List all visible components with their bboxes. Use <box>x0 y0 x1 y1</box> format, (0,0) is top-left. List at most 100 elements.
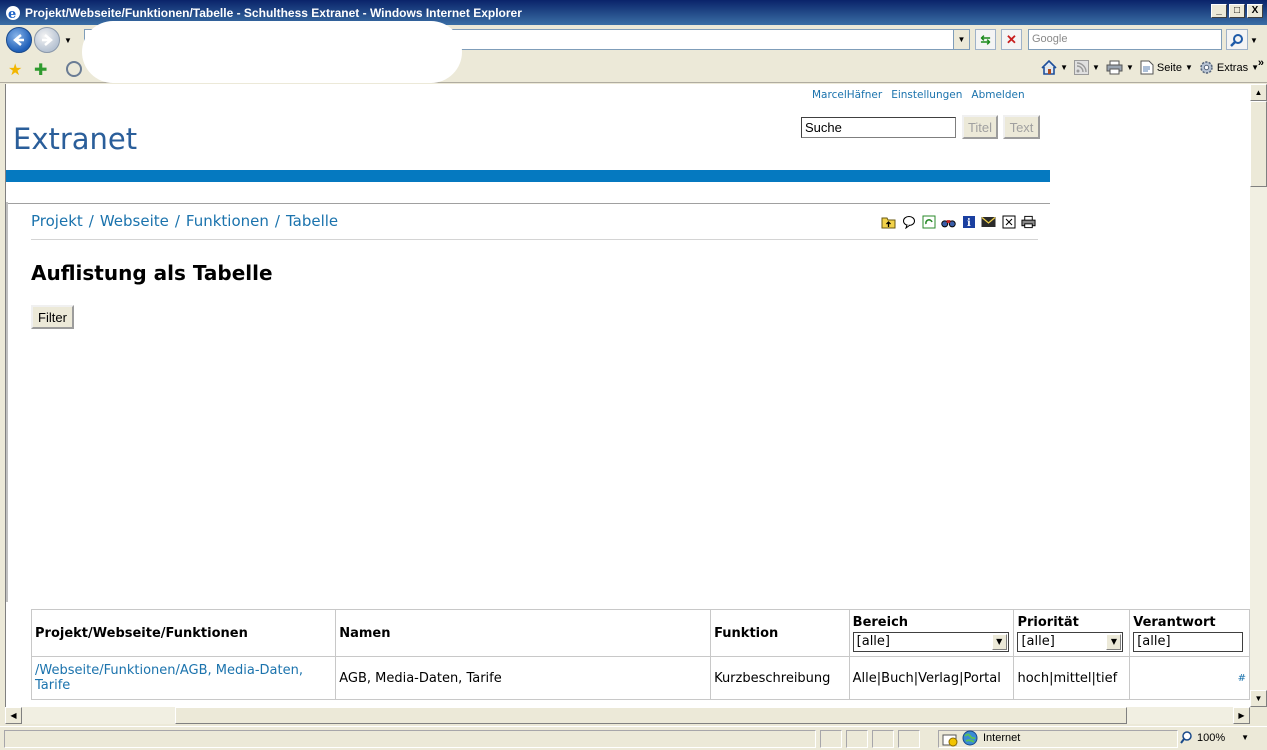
feeds-button[interactable]: ▼ <box>1074 60 1100 75</box>
zoom-dropdown-icon[interactable]: ▼ <box>1241 733 1249 742</box>
zoom-control[interactable]: 100% ▼ <box>1180 731 1249 744</box>
prioritaet-cell: hoch|mittel|tief <box>1013 656 1131 700</box>
search-text-button[interactable]: Text <box>1003 115 1040 139</box>
home-button[interactable]: ▼ <box>1041 60 1068 75</box>
verantwortlich-cell: # <box>1129 656 1250 700</box>
home-dropdown-icon[interactable]: ▼ <box>1060 63 1068 72</box>
site-search-input[interactable] <box>801 117 956 138</box>
path-link[interactable]: /Webseite/Funktionen/AGB, Media-Daten, T… <box>35 663 303 693</box>
chevron-down-icon: ▼ <box>1106 633 1122 650</box>
search-title-button[interactable]: Titel <box>962 115 998 139</box>
site-logo-text: Extranet <box>13 122 138 156</box>
filter-button[interactable]: Filter <box>31 305 74 329</box>
browser-search-button[interactable] <box>1226 29 1248 50</box>
select-value: [alle] <box>856 633 890 649</box>
scroll-right-icon[interactable]: ▶ <box>1233 707 1250 724</box>
address-dropdown-icon[interactable]: ▼ <box>953 30 969 49</box>
mail-icon[interactable] <box>981 214 996 229</box>
folder-up-icon[interactable] <box>881 214 896 229</box>
breadcrumb-funktionen[interactable]: Funktionen <box>186 212 269 230</box>
chevron-down-icon: ▼ <box>991 633 1007 650</box>
breadcrumb: Projekt / Webseite / Funktionen / Tabell… <box>31 212 338 230</box>
page-menu-label: Seite <box>1156 61 1182 74</box>
export-icon[interactable] <box>1001 214 1016 229</box>
maximize-button[interactable]: □ <box>1229 4 1245 18</box>
binoculars-icon[interactable] <box>941 214 956 229</box>
zone-label: Internet <box>983 732 1021 744</box>
breadcrumb-webseite[interactable]: Webseite <box>100 212 169 230</box>
refresh-button[interactable]: ⇆ <box>975 29 996 50</box>
page-viewport: MarcelHäfner Einstellungen Abmelden Extr… <box>5 84 1250 707</box>
more-commands-chevron-icon[interactable]: » <box>1258 57 1264 69</box>
vertical-scrollbar[interactable]: ▲ ▼ <box>1250 84 1267 707</box>
search-provider-dropdown-icon[interactable]: ▼ <box>1250 36 1258 45</box>
scrollbar-corner <box>1250 707 1267 724</box>
magnifier-icon <box>1230 33 1243 47</box>
breadcrumb-tabelle[interactable]: Tabelle <box>286 212 338 230</box>
refresh-page-icon[interactable] <box>921 214 936 229</box>
favorites-star-icon[interactable]: ★ <box>8 60 22 80</box>
svg-text:i: i <box>967 218 971 229</box>
status-segment <box>820 730 842 748</box>
add-favorite-icon[interactable]: ✚ <box>34 60 47 80</box>
tab-page-icon[interactable] <box>66 61 82 77</box>
printer-icon[interactable] <box>1021 214 1036 229</box>
select-value: [alle] <box>1137 633 1171 649</box>
minimize-button[interactable]: _ <box>1211 4 1227 18</box>
vertical-scroll-thumb[interactable] <box>1250 101 1267 187</box>
feeds-dropdown-icon[interactable]: ▼ <box>1092 63 1100 72</box>
home-icon <box>1041 60 1057 75</box>
verantwortlich-link[interactable]: # <box>1238 673 1246 684</box>
scroll-down-icon[interactable]: ▼ <box>1250 690 1267 707</box>
print-dropdown-icon[interactable]: ▼ <box>1126 63 1134 72</box>
column-header-verantwortlich: Verantwort [alle] <box>1129 609 1250 657</box>
tools-menu-button[interactable]: Extras ▼ <box>1199 60 1259 75</box>
namen-cell: AGB, Media-Daten, Tarife <box>335 656 712 700</box>
column-header: Projekt/Webseite/Funktionen <box>30 609 337 657</box>
forward-button[interactable] <box>34 27 60 53</box>
print-button[interactable]: ▼ <box>1106 60 1134 75</box>
settings-link[interactable]: Einstellungen <box>891 89 962 101</box>
comment-icon[interactable] <box>901 214 916 229</box>
scroll-up-icon[interactable]: ▲ <box>1250 84 1267 101</box>
history-dropdown-icon[interactable]: ▼ <box>64 36 72 45</box>
horizontal-scroll-thumb[interactable] <box>175 707 1127 724</box>
prioritaet-filter-select[interactable]: [alle] ▼ <box>1017 631 1124 652</box>
column-header-label: Bereich <box>852 614 909 630</box>
page-menu-dropdown-icon: ▼ <box>1184 63 1193 72</box>
logout-link[interactable]: Abmelden <box>971 89 1024 101</box>
gear-icon <box>1200 61 1213 74</box>
breadcrumb-projekt[interactable]: Projekt <box>31 212 83 230</box>
security-zone[interactable]: Internet <box>962 730 1020 746</box>
breadcrumb-divider <box>31 239 1038 240</box>
select-value: [alle] <box>1021 633 1055 649</box>
breadcrumb-separator: / <box>88 212 94 230</box>
stop-icon: ✕ <box>1006 31 1017 47</box>
scroll-left-icon[interactable]: ◀ <box>5 707 22 724</box>
protected-mode-icon[interactable] <box>942 733 958 747</box>
zoom-level: 100% <box>1197 731 1226 744</box>
bereich-filter-select[interactable]: [alle] ▼ <box>852 631 1009 652</box>
horizontal-scrollbar[interactable]: ◀ ▶ <box>5 707 1250 724</box>
ie-logo-icon: e <box>6 5 20 21</box>
close-button[interactable]: X <box>1247 4 1263 18</box>
bereich-cell: Alle|Buch|Verlag|Portal <box>848 656 1015 700</box>
stop-button[interactable]: ✕ <box>1001 29 1022 50</box>
info-icon[interactable]: i <box>961 214 976 229</box>
table-row: /Webseite/Funktionen/AGB, Media-Daten, T… <box>30 656 1250 700</box>
browser-search-input[interactable]: Google <box>1028 29 1222 50</box>
back-button[interactable] <box>6 27 32 53</box>
column-header: Funktion <box>710 609 850 657</box>
table-header-row: Projekt/Webseite/Funktionen Namen Funkti… <box>30 609 1250 657</box>
status-text-segment <box>4 730 816 748</box>
user-links: MarcelHäfner Einstellungen Abmelden <box>812 89 1025 101</box>
path-cell: /Webseite/Funktionen/AGB, Media-Daten, T… <box>30 656 337 700</box>
column-header-label: Priorität <box>1017 614 1079 630</box>
printer-icon <box>1106 60 1123 75</box>
verantwortlich-filter-select[interactable]: [alle] <box>1133 631 1244 652</box>
breadcrumb-separator: / <box>174 212 180 230</box>
header-accent-bar <box>6 170 1050 182</box>
user-name-link[interactable]: MarcelHäfner <box>812 89 882 101</box>
page-menu-button[interactable]: Seite ▼ <box>1140 60 1193 75</box>
page-title: Auflistung als Tabelle <box>31 261 273 285</box>
